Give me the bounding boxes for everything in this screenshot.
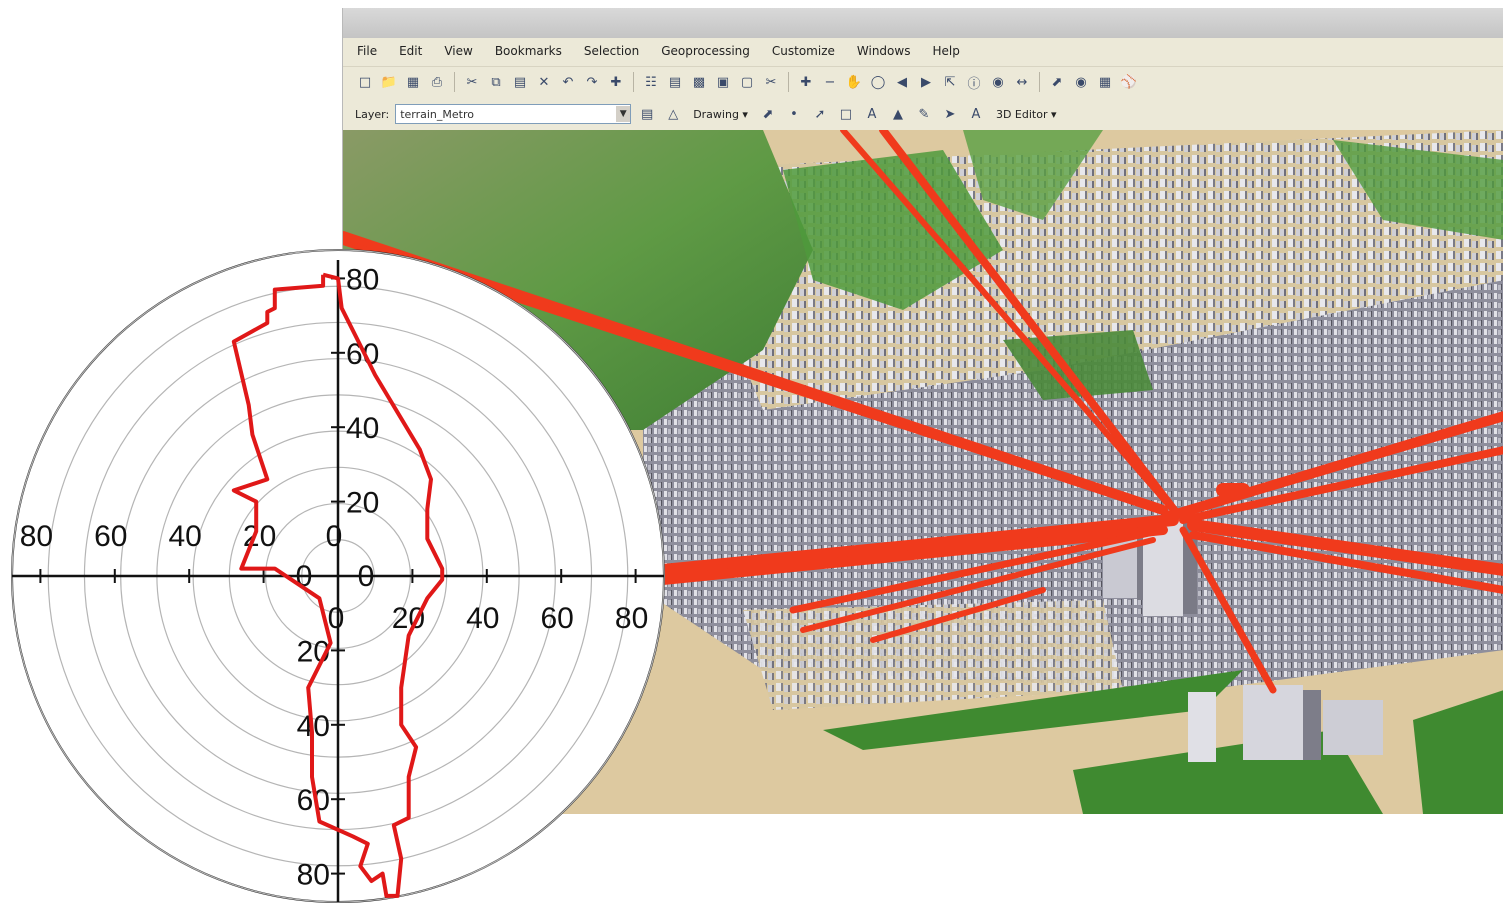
layer-select-value: terrain_Metro	[400, 107, 474, 121]
select-features-icon[interactable]: ⇱	[940, 72, 960, 92]
menu-edit[interactable]: Edit	[399, 44, 422, 58]
table-icon[interactable]: ☷	[641, 72, 661, 92]
pointer-icon[interactable]: ⬈	[758, 104, 778, 124]
menu-bar: File Edit View Bookmarks Selection Geopr…	[343, 40, 1503, 62]
tick-label-right-80: 80	[615, 602, 648, 635]
text-icon[interactable]: A	[862, 104, 882, 124]
title-bar	[343, 8, 1503, 38]
rectangle-icon[interactable]: □	[836, 104, 856, 124]
add-data-icon[interactable]: ✚	[606, 72, 626, 92]
delete-icon[interactable]: ✕	[534, 72, 554, 92]
editor-menu[interactable]: 3D Editor ▾	[992, 108, 1061, 121]
tick-label-top-20: 20	[346, 487, 379, 520]
open-folder-icon[interactable]: 📁	[379, 72, 399, 92]
toolbar-separator	[788, 72, 789, 92]
menu-view[interactable]: View	[444, 44, 472, 58]
chevron-down-icon: ▼	[616, 106, 631, 122]
menu-file[interactable]: File	[357, 44, 377, 58]
layer-label: Layer:	[355, 107, 390, 121]
line-icon[interactable]: ➚	[810, 104, 830, 124]
tick-label-left-80: 80	[20, 520, 53, 553]
previous-extent-icon[interactable]: ◀	[892, 72, 912, 92]
layer-select[interactable]: terrain_Metro ▼	[395, 104, 632, 124]
undo-icon[interactable]: ↶	[558, 72, 578, 92]
toolbox-icon[interactable]: ▣	[713, 72, 733, 92]
toolbar-separator	[1039, 72, 1040, 92]
menu-customize[interactable]: Customize	[772, 44, 835, 58]
standard-toolbar: □ 📁 ▦ ⎙ ✂ ⧉ ▤ ✕ ↶ ↷ ✚ ☷ ▤ ▩ ▣ ▢ ✂ ✚ − ✋ …	[343, 66, 1503, 97]
menu-geoprocessing[interactable]: Geoprocessing	[661, 44, 750, 58]
tick-label-bottom-80: 80	[297, 859, 330, 892]
tick-label-center-right: 0	[328, 602, 345, 635]
menu-windows[interactable]: Windows	[857, 44, 911, 58]
layer-drawing-toolbar: Layer: terrain_Metro ▼ ▤ △ Drawing ▾ ⬈ •…	[343, 100, 1503, 128]
save-icon[interactable]: ▦	[403, 72, 423, 92]
python-icon[interactable]: ▢	[737, 72, 757, 92]
catalog-icon[interactable]: ▩	[689, 72, 709, 92]
tick-label-left-60: 60	[94, 520, 127, 553]
paste-icon[interactable]: ▤	[510, 72, 530, 92]
tick-label-top-40: 40	[346, 412, 379, 445]
tick-label-top-80: 80	[346, 263, 379, 296]
tick-label-right-20: 20	[392, 602, 425, 635]
polar-chart: 20 40 60 80 20 40 60 80 20 40 60 80 20 4…	[0, 240, 680, 904]
print-icon[interactable]: ⎙	[427, 72, 447, 92]
building	[1188, 692, 1216, 762]
polar-chart-canvas: 20 40 60 80 20 40 60 80 20 40 60 80 20 4…	[11, 249, 665, 903]
font-color-icon[interactable]: A	[966, 104, 986, 124]
measure-icon[interactable]: ↔	[1012, 72, 1032, 92]
drawing-menu[interactable]: Drawing ▾	[689, 108, 752, 121]
select-icon[interactable]: ⬈	[1047, 72, 1067, 92]
point-icon[interactable]: •	[784, 104, 804, 124]
menu-help[interactable]: Help	[932, 44, 959, 58]
find-icon[interactable]: ◉	[988, 72, 1008, 92]
model-icon[interactable]: ✂	[761, 72, 781, 92]
zoom-in-icon[interactable]: ✚	[796, 72, 816, 92]
redo-icon[interactable]: ↷	[582, 72, 602, 92]
binoculars-icon[interactable]: ⚾	[1119, 72, 1139, 92]
cut-icon[interactable]: ✂	[462, 72, 482, 92]
layers-icon[interactable]: ▦	[1095, 72, 1115, 92]
tick-label-right-40: 40	[466, 602, 499, 635]
toolbar-separator	[633, 72, 634, 92]
line-color-icon[interactable]: ✎	[914, 104, 934, 124]
layer-filter-icon[interactable]: △	[663, 104, 683, 124]
pan-icon[interactable]: ✋	[844, 72, 864, 92]
full-extent-icon[interactable]: ◯	[868, 72, 888, 92]
identify-icon[interactable]: ⓘ	[964, 72, 984, 92]
tick-label-center-up: 0	[326, 520, 343, 553]
building	[1303, 690, 1321, 760]
tick-label-right-60: 60	[541, 602, 574, 635]
layer-options-icon[interactable]: ▤	[637, 104, 657, 124]
menu-bookmarks[interactable]: Bookmarks	[495, 44, 562, 58]
menu-selection[interactable]: Selection	[584, 44, 639, 58]
marker-icon[interactable]: ➤	[940, 104, 960, 124]
new-document-icon[interactable]: □	[355, 72, 375, 92]
copy-icon[interactable]: ⧉	[486, 72, 506, 92]
fill-color-icon[interactable]: ▲	[888, 104, 908, 124]
building	[1323, 700, 1383, 755]
globe-icon[interactable]: ◉	[1071, 72, 1091, 92]
tick-label-left-40: 40	[169, 520, 202, 553]
layout-icon[interactable]: ▤	[665, 72, 685, 92]
zoom-out-icon[interactable]: −	[820, 72, 840, 92]
building	[1243, 685, 1303, 760]
next-extent-icon[interactable]: ▶	[916, 72, 936, 92]
toolbar-separator	[454, 72, 455, 92]
tick-label-center-down: 0	[358, 560, 375, 593]
